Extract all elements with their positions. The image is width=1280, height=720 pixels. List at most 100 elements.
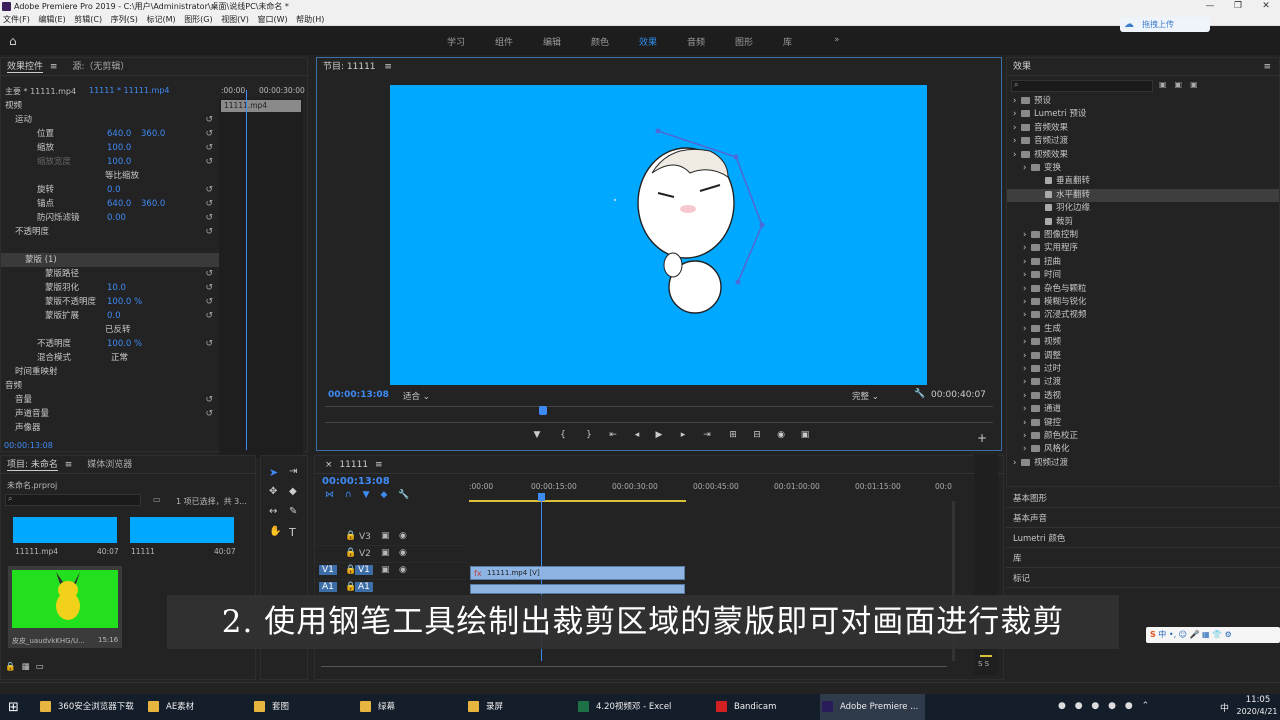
chevron-right-icon[interactable]: › [1023,269,1031,282]
reset-icon[interactable]: ↺ [205,393,213,407]
chevron-right-icon[interactable]: › [1023,323,1031,336]
project-search-input[interactable]: ⌕ [5,494,141,506]
project-menu-icon[interactable]: ≡ [65,460,73,470]
effect-row-5[interactable]: 等比缩放 [1,169,219,183]
workspace-editing[interactable]: 编辑 [543,35,561,48]
effects-item-27[interactable]: › 视频过渡 [1007,457,1279,470]
taskbar-item-4[interactable]: 录屏 [466,694,566,720]
mark-out-icon[interactable]: } [583,430,595,440]
pen-tool-icon[interactable]: ✎ [289,506,297,517]
effects-item-21[interactable]: › 过渡 [1007,376,1279,389]
lock-icon[interactable]: 🔒 [345,548,356,558]
reset-icon[interactable]: ↺ [205,141,213,155]
more-workspaces-icon[interactable]: » [834,35,840,45]
effect-controls-timecode[interactable]: 00:00:13:08 [4,441,53,450]
track-v3[interactable]: 🔒 V3 ▣ ◉ [315,529,467,546]
workspace-libraries[interactable]: 库 [783,35,792,48]
clock-time[interactable]: 11:05 [1238,695,1278,705]
effect-row-15[interactable]: 蒙版扩展 0.0 ↺ [1,309,219,323]
effect-row-4[interactable]: 缩放宽度 100.0 ↺ [1,155,219,169]
work-area-bar[interactable] [469,500,686,502]
effects-item-12[interactable]: › 扭曲 [1007,256,1279,269]
effect-row-6[interactable]: 旋转 0.0 ↺ [1,183,219,197]
menu-edit[interactable]: 编辑(E) [38,15,65,24]
menu-window[interactable]: 窗口(W) [257,15,287,24]
effects-item-0[interactable]: › 预设 [1007,95,1279,108]
toggle-output-icon[interactable]: ▣ [381,565,390,575]
new-bin-icon[interactable]: ▭ [153,495,161,504]
video-clip[interactable]: fx 11111.mp4 [V] [470,566,685,580]
effect-row-19[interactable]: 时间重映射 [1,365,219,379]
panel-libraries[interactable]: 库 [1006,548,1280,568]
chevron-right-icon[interactable]: › [1013,95,1021,108]
project-thumb-1[interactable] [13,517,117,543]
taskbar-item-5[interactable]: 4.20视频邓 - Excel [576,694,676,720]
audio-clip[interactable] [470,584,685,594]
workspace-assembly[interactable]: 组件 [495,35,513,48]
chevron-right-icon[interactable]: › [1023,443,1031,456]
effect-row-value1[interactable]: 100.0 [107,155,131,169]
effects-item-15[interactable]: › 模糊与锐化 [1007,296,1279,309]
effect-row-11[interactable]: 蒙版 (1) [1,253,219,267]
effect-row-value1[interactable]: 640.0 [107,127,131,141]
close-button[interactable]: ✕ [1252,0,1280,13]
effect-row-14[interactable]: 蒙版不透明度 100.0 % ↺ [1,295,219,309]
mini-clip-bar[interactable]: 11111.mp4 [221,100,301,112]
effects-item-22[interactable]: › 透视 [1007,390,1279,403]
timeline-playhead-handle[interactable] [538,493,545,501]
workspace-graphics[interactable]: 图形 [735,35,753,48]
menu-marker[interactable]: 标记(M) [146,15,175,24]
chevron-right-icon[interactable]: › [1023,242,1031,255]
master-clip-label[interactable]: 主要 * 11111.mp4 [5,86,76,97]
mark-in-icon[interactable]: { [557,430,569,440]
effect-row-10[interactable] [1,239,219,253]
step-forward-icon[interactable]: ▸ [677,430,689,440]
menu-sequence[interactable]: 序列(S) [111,15,138,24]
program-menu-icon[interactable]: ≡ [384,62,392,72]
panel-markers[interactable]: 标记 [1006,568,1280,588]
program-scrubber[interactable] [325,406,993,416]
program-playhead[interactable] [539,406,547,415]
tray-icons[interactable]: ● ● ● ● ● ⌃ [1058,701,1152,711]
eye-icon[interactable]: ◉ [399,531,407,541]
reset-icon[interactable]: ↺ [205,197,213,211]
extract-icon[interactable]: ⊟ [751,430,763,440]
wrench-icon[interactable]: 🔧 [914,389,925,399]
effects-item-16[interactable]: › 沉浸式视频 [1007,309,1279,322]
effects-menu-icon[interactable]: ≡ [1263,58,1271,76]
taskbar-item-0[interactable]: 360安全浏览器下载 [38,694,138,720]
eye-icon[interactable]: ◉ [399,548,407,558]
effects-item-5[interactable]: › 变换 [1007,162,1279,175]
reset-icon[interactable]: ↺ [205,225,213,239]
effect-row-value1[interactable]: 100.0 % [107,295,142,309]
chevron-right-icon[interactable]: › [1023,283,1031,296]
track-v2[interactable]: 🔒 V2 ▣ ◉ [315,546,467,563]
effect-row-9[interactable]: 不透明度 ↺ [1,225,219,239]
chevron-right-icon[interactable]: › [1023,336,1031,349]
effect-row-value1[interactable]: 0.0 [107,309,121,323]
panel-essential-sound[interactable]: 基本声音 [1006,508,1280,528]
effects-item-17[interactable]: › 生成 [1007,323,1279,336]
source-patch-a1[interactable]: A1 [319,582,337,592]
taskbar-item-2[interactable]: 套图 [252,694,352,720]
reset-icon[interactable]: ↺ [205,281,213,295]
effects-item-24[interactable]: › 键控 [1007,417,1279,430]
menu-file[interactable]: 文件(F) [3,15,30,24]
effect-row-17[interactable]: 不透明度 100.0 % ↺ [1,337,219,351]
reset-icon[interactable]: ↺ [205,155,213,169]
effects-item-23[interactable]: › 通道 [1007,403,1279,416]
compare-icon[interactable]: ▣ [799,430,811,440]
chevron-right-icon[interactable]: › [1023,430,1031,443]
effect-row-16[interactable]: 已反转 [1,323,219,337]
chevron-right-icon[interactable]: › [1023,162,1031,175]
program-timecode[interactable]: 00:00:13:08 [328,390,389,400]
effects-item-18[interactable]: › 视频 [1007,336,1279,349]
chevron-right-icon[interactable]: › [1023,363,1031,376]
reset-icon[interactable]: ↺ [205,267,213,281]
hand-tool-icon[interactable]: ✋ [269,526,281,537]
effect-row-12[interactable]: 蒙版路径 ↺ [1,267,219,281]
go-to-out-icon[interactable]: ⇥ [701,430,713,440]
timeline-timecode[interactable]: 00:00:13:08 [322,476,390,487]
effects-search-input[interactable]: ⌕ [1011,80,1153,92]
effects-item-4[interactable]: › 视频效果 [1007,149,1279,162]
